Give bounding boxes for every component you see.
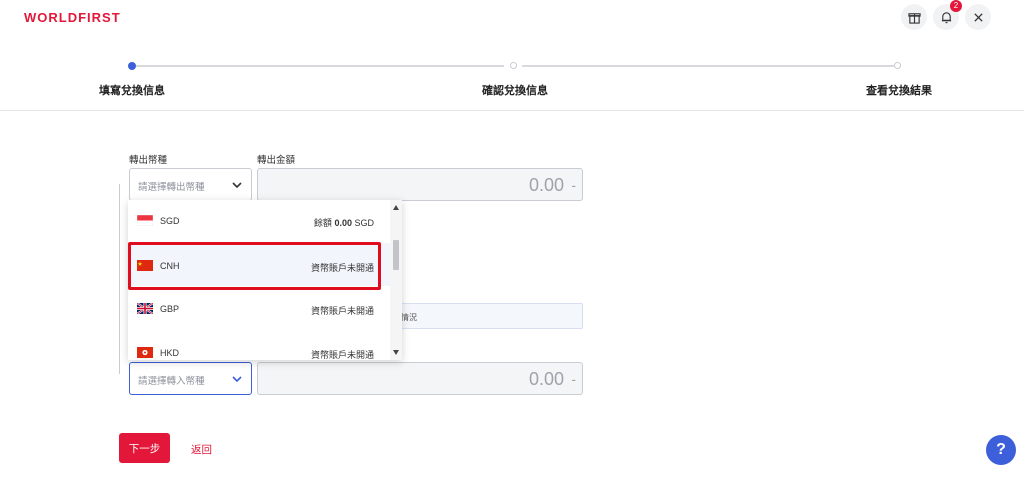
currency-option-sgd[interactable]: SGD 餘額 0.00 SGD: [128, 200, 390, 243]
in-amount-suffix: -: [571, 371, 576, 387]
step-1-label: 填寫兌換信息: [99, 85, 165, 97]
balance-label: 餘額: [313, 218, 332, 228]
gb-flag-icon: [137, 303, 153, 314]
step-1-dot: [128, 62, 136, 70]
sg-flag-icon: [137, 215, 153, 226]
help-icon: ?: [996, 441, 1006, 458]
info-strip: 情況: [398, 303, 583, 329]
option-status: 資幣賬戶未開通: [310, 306, 374, 316]
gift-button[interactable]: [901, 4, 927, 30]
out-amount-input[interactable]: 0.00 -: [257, 168, 583, 201]
in-currency-placeholder: 請選擇轉入幣種: [138, 376, 205, 387]
next-step-button[interactable]: 下一步: [119, 433, 170, 463]
step-2-label: 確認兌換信息: [482, 85, 548, 97]
form-group-border: [119, 184, 120, 374]
out-currency-select[interactable]: 請選擇轉出幣種: [129, 168, 252, 201]
out-amount-label: 轉出金額: [257, 155, 296, 166]
option-code: GBP: [160, 304, 180, 314]
step-2-dot: [510, 62, 517, 69]
scroll-up-arrow-icon[interactable]: [393, 205, 399, 210]
gift-icon: [907, 12, 921, 24]
out-currency-label: 轉出幣種: [129, 155, 168, 166]
notifications-button[interactable]: 2: [933, 0, 962, 30]
hk-flag-icon: [137, 347, 153, 358]
balance-currency: SGD: [354, 218, 374, 228]
option-code: HKD: [160, 348, 180, 358]
dropdown-scrollbar[interactable]: [390, 200, 402, 360]
out-currency-placeholder: 請選擇轉出幣種: [138, 182, 205, 193]
in-amount-value: 0.00: [528, 369, 564, 389]
step-3-label: 查看兌換結果: [866, 85, 932, 97]
chevron-down-icon: [232, 376, 242, 383]
currency-option-gbp[interactable]: GBP 資幣賬戶未開通: [128, 286, 390, 329]
back-link[interactable]: 返回: [191, 442, 212, 457]
help-button[interactable]: ?: [986, 435, 1016, 465]
chevron-down-icon: [232, 182, 242, 189]
currency-option-hkd[interactable]: HKD 資幣賬戶未開通: [128, 329, 390, 360]
close-button[interactable]: [965, 4, 991, 30]
balance-amount: 0.00: [334, 218, 352, 228]
option-code: SGD: [160, 216, 180, 226]
bell-icon: [941, 11, 951, 23]
option-balance: 餘額 0.00 SGD: [314, 216, 374, 229]
in-currency-select[interactable]: 請選擇轉入幣種: [129, 362, 252, 395]
highlight-annotation: [128, 242, 381, 290]
notification-badge: 2: [950, 0, 962, 12]
info-strip-text: 情況: [401, 313, 417, 322]
close-icon: [973, 12, 983, 22]
header-divider: [0, 110, 1024, 111]
in-amount-input[interactable]: 0.00 -: [257, 362, 583, 395]
step-connector-1: [136, 65, 504, 67]
scroll-down-arrow-icon[interactable]: [393, 350, 399, 355]
scrollbar-thumb[interactable]: [393, 240, 399, 270]
worldfirst-logo: WORLDFIRST: [24, 10, 121, 25]
out-amount-value: 0.00: [528, 175, 564, 195]
step-connector-2: [522, 65, 894, 67]
out-amount-suffix: -: [571, 177, 576, 193]
step-3-dot: [894, 62, 901, 69]
option-status: 資幣賬戶未開通: [310, 350, 374, 360]
